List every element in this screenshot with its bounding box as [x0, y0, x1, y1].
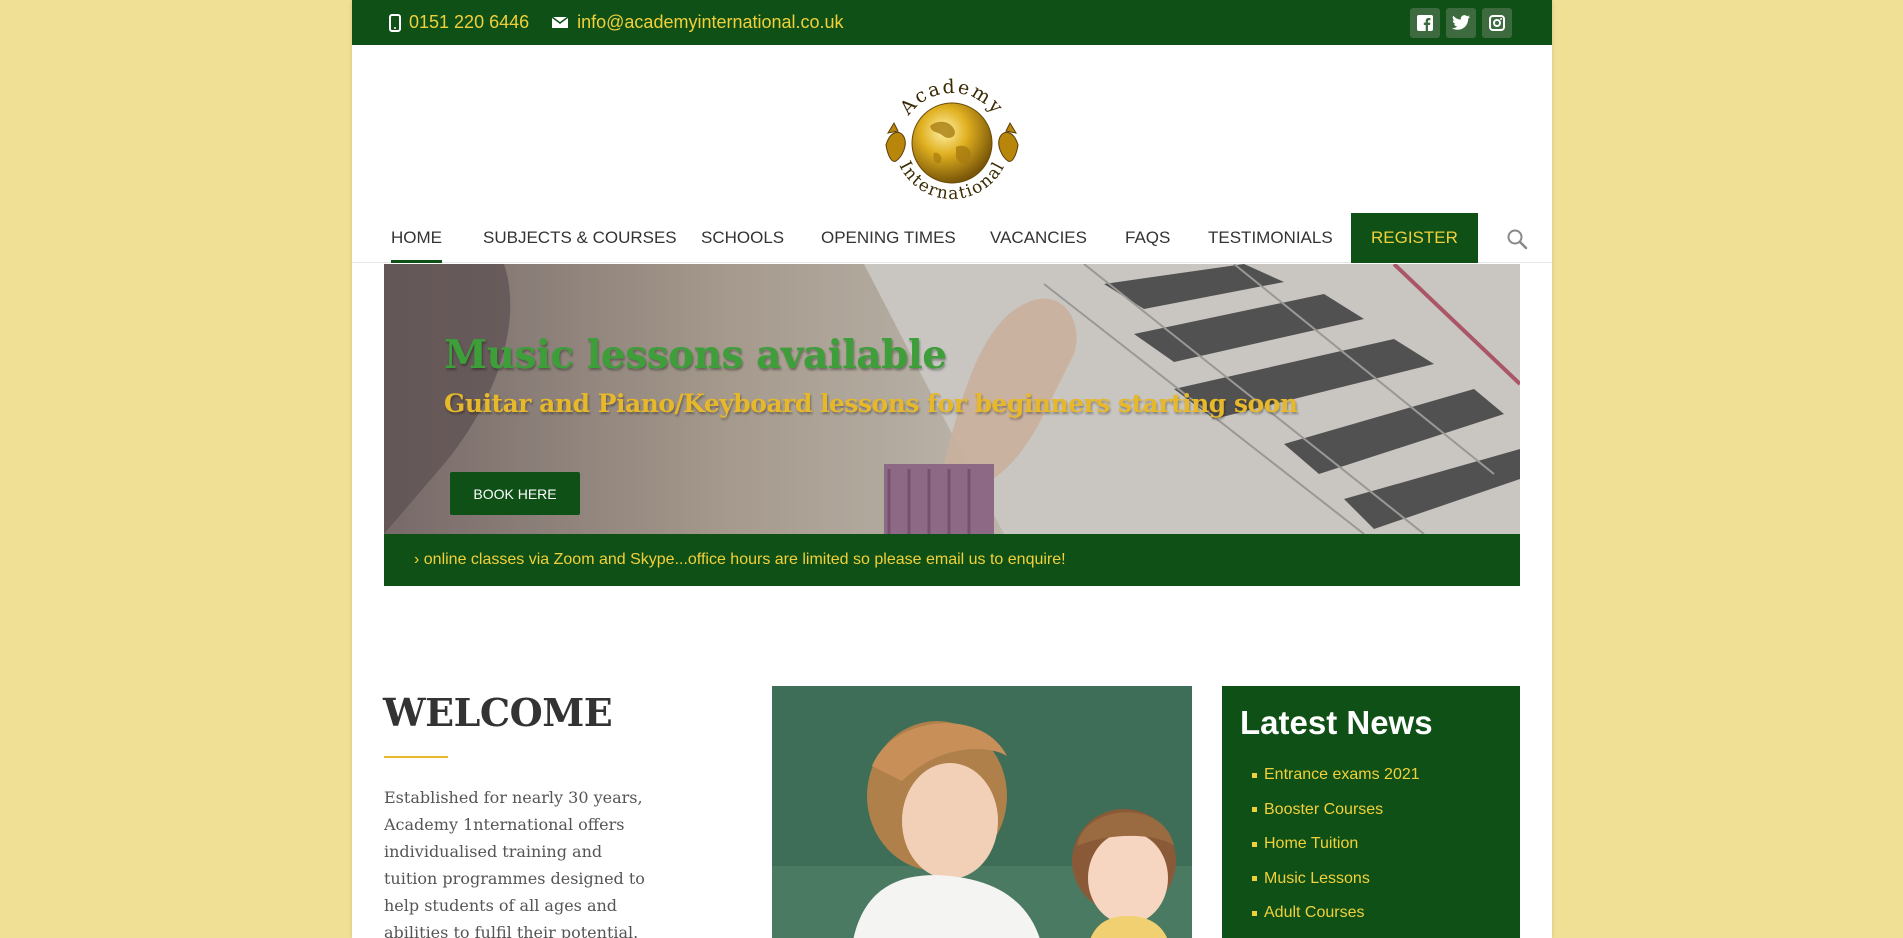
email-address: info@academyinternational.co.uk [577, 12, 844, 32]
news-item-adult-courses[interactable]: Adult Courses [1240, 896, 1502, 931]
facebook-button[interactable] [1410, 7, 1440, 38]
main-nav: HOME SUBJECTS & COURSES SCHOOLS OPENING … [352, 213, 1552, 263]
nav-item-testimonials[interactable]: TESTIMONIALS [1208, 213, 1333, 263]
nav-item-schools[interactable]: SCHOOLS [701, 213, 784, 263]
nav-item-register[interactable]: REGISTER [1351, 213, 1478, 263]
hero-subtitle: Guitar and Piano/Keyboard lessons for be… [444, 389, 1298, 418]
search-icon[interactable] [1506, 228, 1528, 250]
envelope-icon [551, 16, 569, 28]
welcome-text: Established for nearly 30 years, Academy… [384, 788, 645, 938]
logo-area: Academy International [352, 45, 1552, 213]
news-list: Entrance exams 2021 Booster Courses Home… [1240, 758, 1502, 931]
teacher-student-photo [772, 686, 1192, 938]
welcome-heading: WELCOME [383, 690, 613, 735]
academy-international-logo[interactable]: Academy International [872, 71, 1032, 211]
phone-link[interactable]: 0151 220 6446 [389, 12, 529, 33]
social-links [1410, 7, 1512, 38]
nav-item-subjects-courses[interactable]: SUBJECTS & COURSES [483, 213, 677, 263]
book-here-button[interactable]: BOOK HERE [450, 472, 580, 515]
email-link[interactable]: info@academyinternational.co.uk [551, 12, 844, 33]
page: 0151 220 6446 info@academyinternational.… [352, 0, 1552, 938]
contact-info: 0151 220 6446 info@academyinternational.… [389, 12, 844, 33]
top-bar: 0151 220 6446 info@academyinternational.… [352, 0, 1552, 45]
nav-item-opening-times[interactable]: OPENING TIMES [821, 213, 956, 263]
instagram-icon [1489, 14, 1505, 31]
news-ticker: › online classes via Zoom and Skype...of… [384, 534, 1520, 586]
instagram-button[interactable] [1482, 7, 1512, 38]
latest-news-heading: Latest News [1240, 704, 1433, 741]
news-item-booster-courses[interactable]: Booster Courses [1240, 793, 1502, 828]
facebook-icon [1417, 14, 1433, 31]
latest-news-panel: Latest News Entrance exams 2021 Booster … [1222, 686, 1520, 938]
nav-item-home[interactable]: HOME [391, 213, 442, 263]
hero-slider: Music lessons available Guitar and Piano… [384, 264, 1520, 534]
news-item-home-tuition[interactable]: Home Tuition [1240, 827, 1502, 862]
nav-item-faqs[interactable]: FAQS [1125, 213, 1170, 263]
phone-number: 0151 220 6446 [409, 12, 530, 32]
heading-divider [384, 756, 448, 758]
phone-icon [389, 13, 401, 32]
nav-item-vacancies[interactable]: VACANCIES [990, 213, 1087, 263]
news-item-music-lessons[interactable]: Music Lessons [1240, 862, 1502, 897]
news-item-entrance-exams[interactable]: Entrance exams 2021 [1240, 758, 1502, 793]
twitter-icon [1452, 15, 1470, 30]
ticker-text[interactable]: › online classes via Zoom and Skype...of… [414, 534, 1066, 586]
twitter-button[interactable] [1446, 7, 1476, 38]
hero-title: Music lessons available [444, 332, 947, 378]
